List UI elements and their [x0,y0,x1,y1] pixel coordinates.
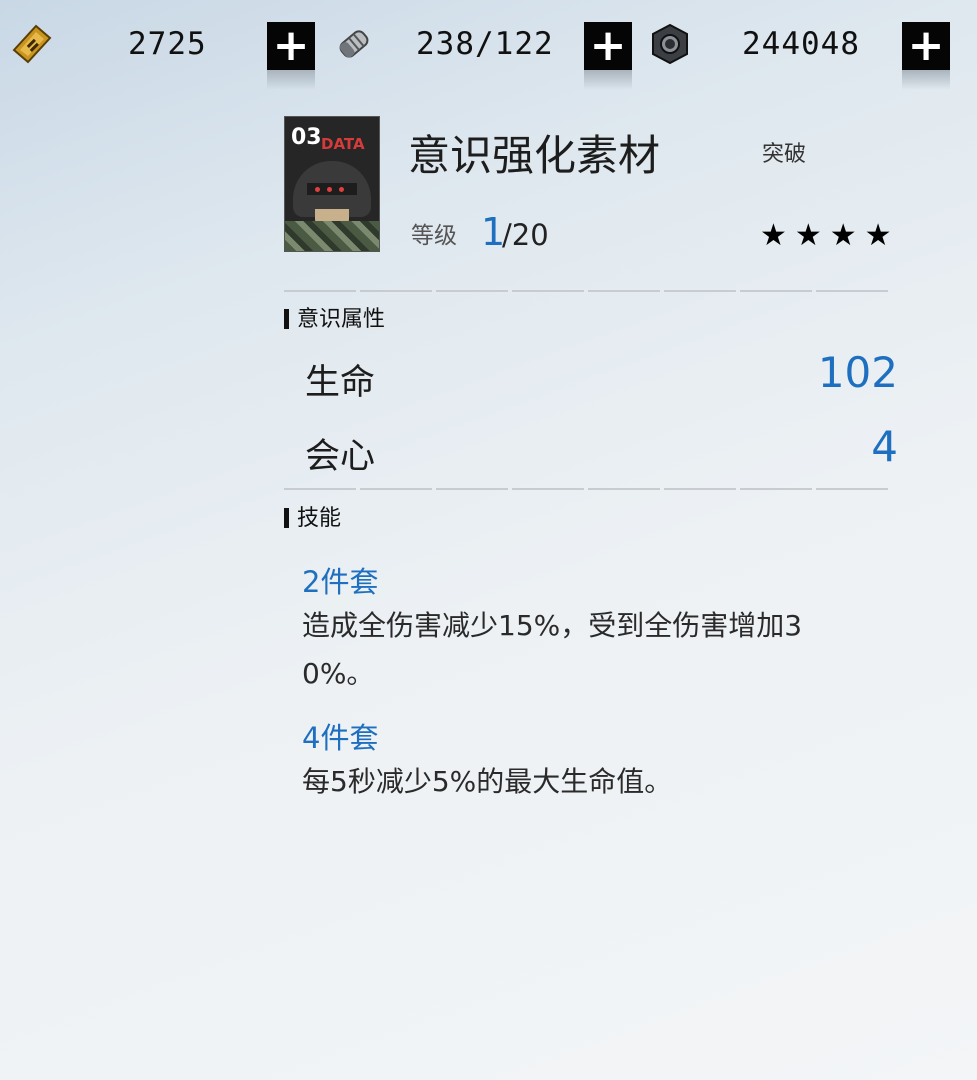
item-name: 意识强化素材 [408,131,661,180]
set-bonus-4-description: 每5秒减少5%的最大生命值。 [302,765,673,798]
attributes-section-title: 意识属性 [284,301,385,333]
add-capsule-button[interactable]: + [584,22,632,70]
thumbnail-camo [285,221,379,251]
add-nut-button[interactable]: + [902,22,950,70]
divider [284,488,892,490]
gold-card-icon [10,22,54,66]
skills-heading: 技能 [297,506,342,531]
nut-value: 244048 [742,26,860,62]
set-bonus-4-title: 4件套 [302,721,379,755]
button-shadow [584,70,632,90]
set-bonus-2-description: 造成全伤害减少15%，受到全伤害增加30%。 [302,609,803,690]
item-thumbnail: 03 DATA [284,116,380,252]
visor-light [339,187,344,192]
section-marker [284,309,289,329]
level-max: /20 [502,218,549,252]
button-shadow [267,70,315,90]
attribute-value-crit: 4 [871,422,898,471]
attribute-value-hp: 102 [817,348,898,397]
visor-light [315,187,320,192]
gold-card-value: 2725 [128,26,207,62]
set-bonus-2-title: 2件套 [302,565,379,599]
rarity-stars: ★★★★ [760,218,900,253]
attributes-heading: 意识属性 [297,307,386,332]
resource-gold-card: 2725 + [10,18,316,90]
resource-bar: 2725 + 238/122 + 244048 + [0,0,977,90]
silver-capsule-icon [332,22,376,66]
visor-light [327,187,332,192]
capsule-value: 238/122 [416,26,554,62]
attribute-name-crit: 会心 [305,437,376,477]
level-label: 等级 [411,223,457,249]
resource-capsule: 238/122 + [332,18,634,90]
thumbnail-text: DATA [321,135,365,153]
button-shadow [902,70,950,90]
thumbnail-number: 03 [291,125,322,150]
attribute-name-hp: 生命 [305,363,376,403]
add-gold-card-button[interactable]: + [267,22,315,70]
divider [284,290,892,292]
resource-nut: 244048 + [648,18,950,90]
skills-section-title: 技能 [284,500,341,532]
section-marker [284,508,289,528]
breakthrough-label: 突破 [762,142,807,167]
hex-nut-icon [648,22,692,66]
